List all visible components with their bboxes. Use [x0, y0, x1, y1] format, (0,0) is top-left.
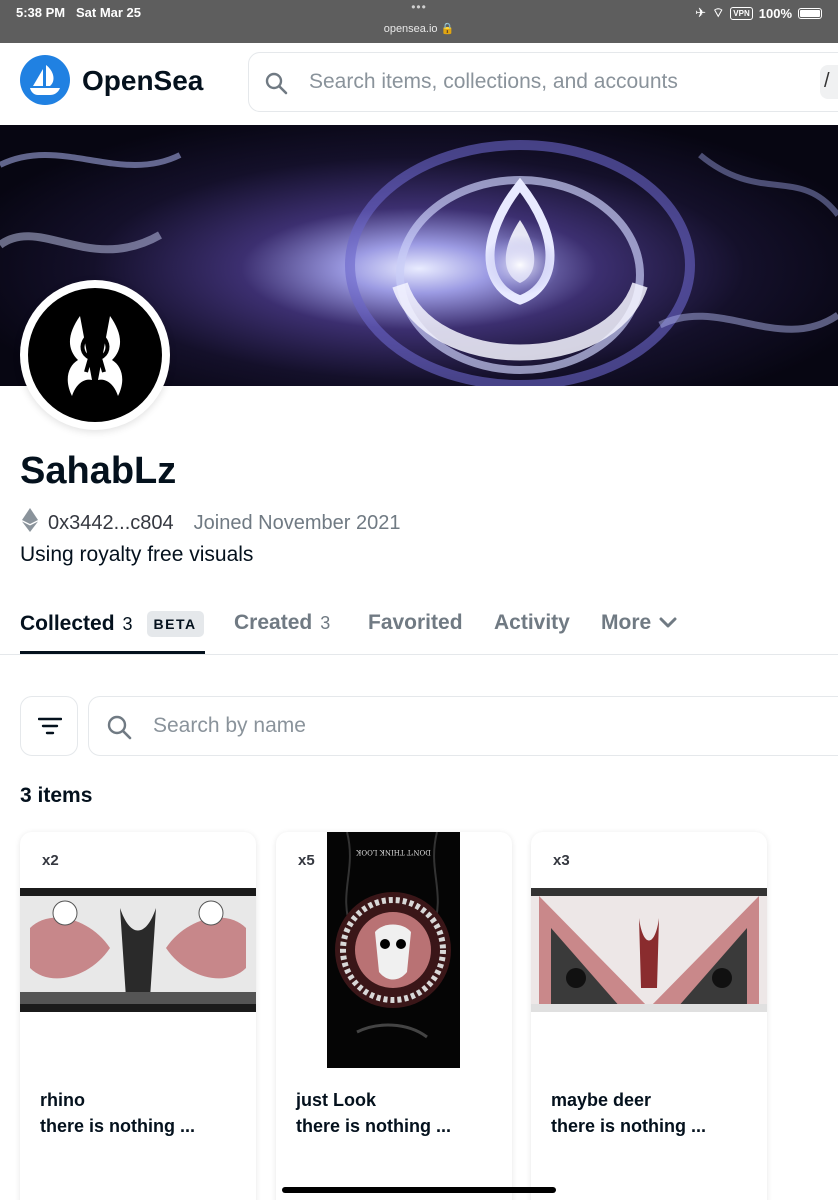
- tab-created-label: Created: [234, 611, 313, 634]
- item-search-placeholder: Search by name: [153, 714, 306, 737]
- profile-avatar[interactable]: [20, 280, 170, 430]
- global-search-input[interactable]: Search items, collections, and accounts …: [248, 52, 838, 112]
- tab-created-count: 3: [320, 612, 331, 633]
- nft-title: maybe deer: [551, 1090, 652, 1110]
- profile-bio: Using royalty free visuals: [20, 543, 254, 566]
- global-search-placeholder: Search items, collections, and accounts: [309, 70, 678, 93]
- browser-url[interactable]: opensea.io 🔒: [0, 22, 838, 35]
- brand-name[interactable]: OpenSea: [82, 65, 203, 97]
- nft-title: rhino: [40, 1090, 85, 1110]
- profile-meta: 0x3442...c804 Joined November 2021: [22, 508, 400, 538]
- site-header: OpenSea Search items, collections, and a…: [0, 43, 838, 125]
- avatar-image: [28, 288, 162, 422]
- search-icon: [263, 70, 289, 101]
- artwork-caption: DON'T THINK LOOK: [356, 848, 431, 856]
- joined-date: Joined November 2021: [193, 511, 401, 534]
- filter-icon: [38, 717, 62, 735]
- item-search-input[interactable]: Search by name: [88, 696, 838, 756]
- wifi-icon: ⌔: [712, 5, 725, 20]
- tab-collected[interactable]: Collected 3 BETA: [20, 611, 204, 637]
- nft-image: [20, 888, 256, 1012]
- search-shortcut-key: /: [820, 65, 838, 99]
- tab-activity-label: Activity: [494, 611, 570, 634]
- lock-icon: 🔒: [440, 23, 455, 35]
- tab-favorited[interactable]: Favorited: [368, 611, 463, 635]
- quantity-badge: x2: [42, 852, 59, 869]
- tab-activity[interactable]: Activity: [494, 611, 570, 635]
- items-count: 3 items: [20, 784, 93, 807]
- status-indicators: ✈ ⌔ VPN 100%: [695, 5, 822, 21]
- nft-card[interactable]: x3 maybe deer there is nothing ...: [531, 832, 767, 1200]
- nft-image: DON'T THINK LOOK: [327, 832, 460, 1068]
- nft-collection: there is nothing ...: [40, 1116, 196, 1136]
- opensea-logo-icon[interactable]: [20, 55, 70, 105]
- tab-collected-label: Collected: [20, 612, 115, 635]
- active-tab-indicator: [20, 651, 205, 654]
- status-bar: 5:38 PM Sat Mar 25 ••• opensea.io 🔒 ✈ ⌔ …: [0, 0, 838, 43]
- beta-badge: BETA: [146, 611, 204, 637]
- quantity-badge: x5: [298, 852, 315, 869]
- vpn-badge: VPN: [730, 6, 753, 20]
- chevron-down-icon: [659, 611, 677, 635]
- tab-collected-count: 3: [122, 613, 133, 634]
- nft-collection: there is nothing ...: [296, 1116, 452, 1136]
- profile-name: SahabLz: [20, 450, 177, 492]
- nft-title: just Look: [296, 1090, 376, 1110]
- profile-tabs: Collected 3 BETA Created 3 Favorited Act…: [0, 595, 838, 655]
- tab-more-label: More: [601, 611, 652, 634]
- search-icon: [105, 713, 133, 746]
- tab-favorited-label: Favorited: [368, 611, 463, 634]
- tab-created[interactable]: Created 3: [234, 611, 330, 635]
- battery-percent: 100%: [758, 5, 792, 21]
- nft-image: [531, 888, 767, 1012]
- home-indicator[interactable]: [282, 1187, 556, 1193]
- quantity-badge: x3: [553, 852, 570, 869]
- ethereum-icon: [22, 508, 38, 538]
- battery-icon: [798, 7, 822, 19]
- nft-collection: there is nothing ...: [551, 1116, 707, 1136]
- nft-card[interactable]: x2 rhino there is nothing ...: [20, 832, 256, 1200]
- wallet-address[interactable]: 0x3442...c804: [48, 512, 174, 535]
- airplane-icon: ✈: [695, 5, 707, 20]
- filter-button[interactable]: [20, 696, 78, 756]
- nft-card[interactable]: x5 DON'T THINK LOOK just Look there is n…: [276, 832, 512, 1200]
- tab-more[interactable]: More: [601, 611, 677, 635]
